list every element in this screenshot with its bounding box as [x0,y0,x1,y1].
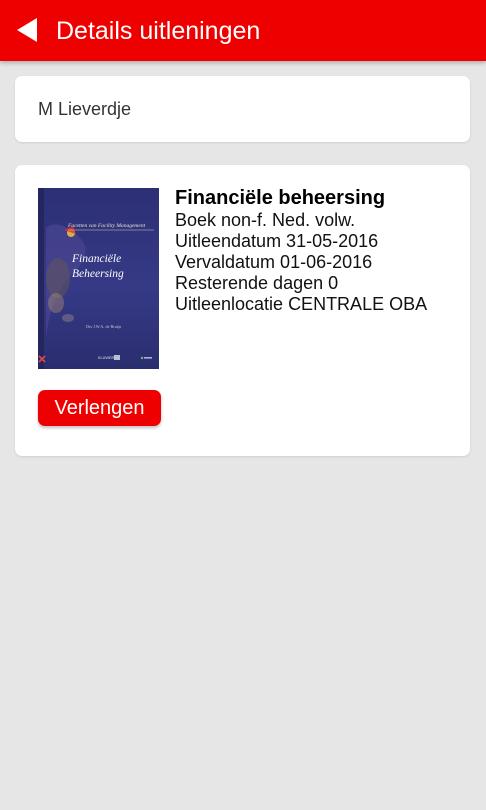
cover-title-line1: Financiële [71,253,121,265]
due-date: Vervaldatum 01-06-2016 [175,252,373,272]
loan-location: Uitleenlocatie CENTRALE OBA [175,294,428,314]
page-title: Details uitleningen [56,17,261,45]
book-type: Boek non-f. Ned. volw. [175,210,356,230]
days-remaining: Resterende dagen 0 [175,273,339,293]
back-arrow-icon[interactable] [17,18,39,42]
cover-publisher: KLUWER [98,356,115,360]
book-info: Financiële beheersing Boek non-f. Ned. v… [175,187,465,315]
user-name: M Lieverdje [38,99,132,119]
loan-card: Facetten van Facility Management Financi… [15,165,470,456]
loan-date: Uitleendatum 31-05-2016 [175,231,379,251]
app-bar: Details uitleningen [0,0,486,61]
cover-author: Drs J.W.A. de Bruijn [86,324,122,329]
renew-button[interactable]: Verlengen [38,390,161,426]
back-button[interactable] [10,12,46,48]
user-card: M Lieverdje [15,76,470,142]
cover-series-text: Facetten van Facility Management [67,223,146,229]
book-title: Financiële beheersing [175,187,386,209]
book-cover-image: Facetten van Facility Management Financi… [38,188,159,369]
cover-title-line2: Beheersing [72,268,124,280]
